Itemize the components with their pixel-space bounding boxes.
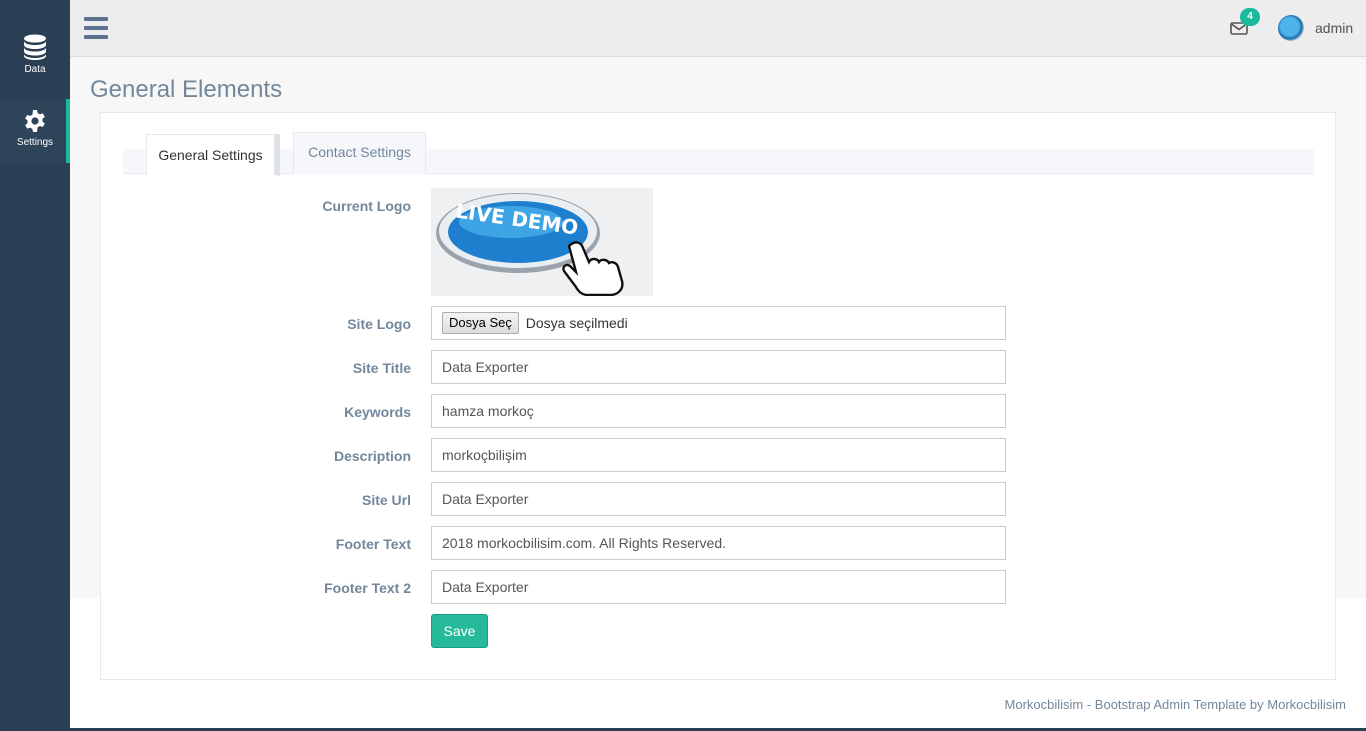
current-logo-image: LIVE DEMO [431,188,653,296]
site-title-input[interactable]: Data Exporter [431,350,1006,384]
choose-file-button[interactable]: Dosya Seç [442,312,519,334]
user-name[interactable]: admin [1315,20,1353,36]
description-label: Description [333,448,411,464]
tab-contact-settings[interactable]: Contact Settings [293,132,426,174]
site-logo-label: Site Logo [347,316,411,332]
page-title: General Elements [90,76,283,103]
gear-icon [25,110,45,132]
database-icon [24,34,46,60]
keywords-input[interactable]: hamza morkoç [431,394,1006,428]
tab-general-settings[interactable]: General Settings [146,134,280,176]
sidebar-item-label: Settings [16,137,54,148]
avatar[interactable] [1278,15,1304,41]
site-logo-file-input: Dosya Seç Dosya seçilmedi [431,306,1006,340]
site-url-label: Site Url [361,492,411,508]
description-input[interactable]: morkoçbilişim [431,438,1006,472]
settings-panel: General Settings Contact Settings Curren… [100,112,1336,680]
save-button[interactable]: Save [431,614,488,648]
site-url-input[interactable]: Data Exporter [431,482,1006,516]
sidebar-item-settings[interactable]: Settings [0,99,70,163]
current-logo-label: Current Logo [322,198,411,214]
top-navbar: 4 admin [70,0,1366,57]
footer-text-input[interactable]: 2018 morkocbilisim.com. All Rights Reser… [431,526,1006,560]
sidebar-item-label: Data [24,64,46,75]
sidebar: Data Settings [0,0,70,731]
mail-count-badge: 4 [1240,8,1260,26]
file-status-text: Dosya seçilmedi [525,315,628,331]
footer-text-2-input[interactable]: Data Exporter [431,570,1006,604]
footer-text-label: Footer Text [335,536,411,552]
menu-toggle-icon[interactable] [84,17,108,39]
keywords-label: Keywords [344,404,411,420]
page-footer: Morkocbilisim - Bootstrap Admin Template… [1004,697,1346,712]
sidebar-item-data[interactable]: Data [0,34,70,90]
site-title-label: Site Title [352,360,411,376]
footer-text-2-label: Footer Text 2 [324,580,411,596]
